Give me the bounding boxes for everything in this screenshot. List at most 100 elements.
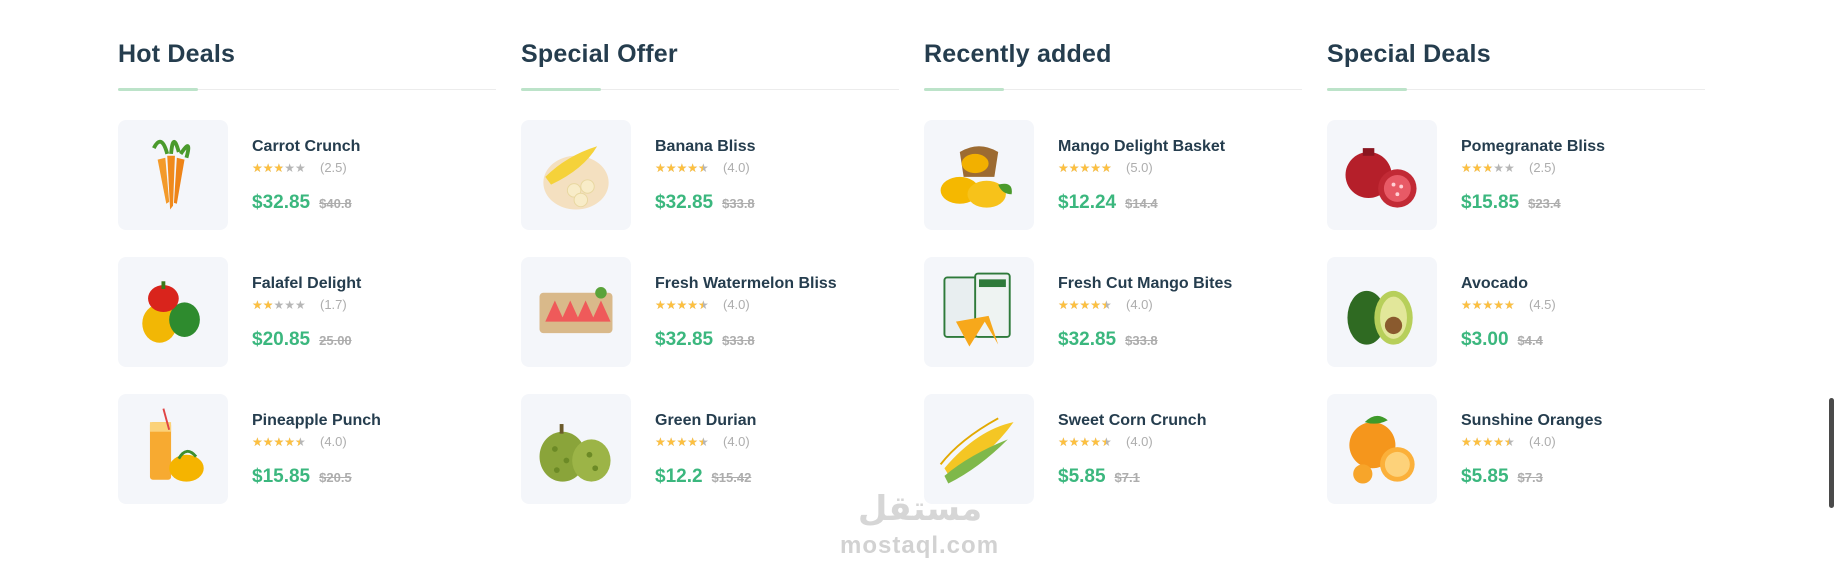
old-price: $7.3 [1517,469,1543,485]
product-rating: ★★★★★★★★★★ (2.5) [252,160,360,176]
product-item[interactable]: Fresh Cut Mango Bites ★★★★★★★★★★ (4.0) $32.… [924,257,1302,367]
current-price: $5.85 [1461,465,1509,487]
product-info: Mango Delight Basket ★★★★★ ★★★★★ (5.0) $12.2… [1058,137,1225,214]
product-rating: ★★★★★★★★★★ (4.0) [655,160,755,176]
product-thumbnail[interactable] [1327,394,1437,504]
star-rating: ★★★★★★★★★★ [1058,298,1112,311]
corn-icon [939,417,1014,484]
avocado-icon [1347,290,1413,345]
product-name-link[interactable]: Pineapple Punch [252,412,381,429]
product-item[interactable]: Sweet Corn Crunch ★★★★★★★★★★ (4.0) $5.85 $7.… [924,394,1302,504]
product-rating: ★★★★★★★★★★ (4.0) [1461,434,1602,450]
product-item[interactable]: Mango Delight Basket ★★★★★ ★★★★★ (5.0) $12.2… [924,120,1302,230]
product-thumbnail[interactable] [521,120,631,230]
product-thumbnail[interactable] [521,394,631,504]
rating-value: (4.5) [1529,297,1556,312]
product-name-link[interactable]: Falafel Delight [252,275,361,292]
old-price: $14.4 [1125,195,1158,211]
product-thumbnail[interactable] [521,257,631,367]
old-price: $33.8 [1125,332,1158,348]
product-thumbnail[interactable] [1327,257,1437,367]
column-special-deals: Special Deals Pomegranate Bliss ★★★★★★★★★… [1327,36,1705,531]
product-item[interactable]: Pomegranate Bliss ★★★★★★★★★★ (2.5) $15.85 $2… [1327,120,1705,230]
product-item[interactable]: Carrot Crunch ★★★★★★★★★★ (2.5) $32.85 $40.8 [118,120,496,230]
product-item[interactable]: Falafel Delight ★★★★★★★★★★ (1.7) $20.85 25.0… [118,257,496,367]
product-name-link[interactable]: Fresh Watermelon Bliss [655,275,837,292]
product-prices: $5.85 $7.3 [1461,466,1602,488]
rating-value: (4.0) [1126,434,1153,449]
product-info: Fresh Cut Mango Bites ★★★★★★★★★★ (4.0) $32.… [1058,274,1232,351]
rating-value: (5.0) [1126,160,1153,175]
star-rating: ★★★★★★★★★★ [655,161,709,174]
product-item[interactable]: Avocado ★★★★★ ★★★★★ (4.5) $3.00 $4.4 [1327,257,1705,367]
product-info: Banana Bliss ★★★★★★★★★★ (4.0) $32.85 $33.8 [655,137,755,214]
banana-icon [543,146,609,210]
product-item[interactable]: Sunshine Oranges ★★★★★★★★★★ (4.0) $5.85 $7.3 [1327,394,1705,504]
product-thumbnail[interactable] [1327,120,1437,230]
old-price: $4.4 [1517,332,1543,348]
star-rating: ★★★★★★★★★★ [1461,161,1515,174]
star-rating: ★★★★★★★★★★ [252,298,306,311]
column-hot-deals: Hot Deals Carrot Crunch ★★★★★★★★★★ (2.5) $3… [118,36,496,531]
product-thumbnail[interactable] [118,120,228,230]
product-rating: ★★★★★★★★★★ (4.0) [655,297,837,313]
star-rating: ★★★★★★★★★★ [1058,161,1112,174]
old-price: 25.00 [319,332,352,348]
old-price: $40.8 [319,195,352,211]
product-thumbnail[interactable] [924,394,1034,504]
current-price: $20.85 [252,328,311,350]
product-prices: $32.85 $33.8 [655,192,755,214]
product-prices: $32.85 $33.8 [1058,329,1232,351]
star-rating: ★★★★★★★★★★ [1461,435,1515,448]
old-price: $15.42 [711,469,752,485]
product-name-link[interactable]: Carrot Crunch [252,138,360,155]
product-columns: Hot Deals Carrot Crunch ★★★★★★★★★★ (2.5) $3… [118,36,1705,531]
product-item[interactable]: Green Durian ★★★★★★★★★★ (4.0) $12.2 $15.42 [521,394,899,504]
column-special-offer: Special Offer Banana Bliss ★★★★★★★★★★ (4.0… [521,36,899,531]
product-thumbnail[interactable] [118,257,228,367]
product-info: Sweet Corn Crunch ★★★★★★★★★★ (4.0) $5.85 $7.… [1058,411,1206,488]
orange-icon [1349,415,1415,484]
product-item[interactable]: Banana Bliss ★★★★★★★★★★ (4.0) $32.85 $33.8 [521,120,899,230]
product-item[interactable]: Pineapple Punch ★★★★★★★★★★ (4.0) $15.85 $20.… [118,394,496,504]
current-price: $3.00 [1461,328,1509,350]
product-thumbnail[interactable] [118,394,228,504]
product-thumbnail[interactable] [924,120,1034,230]
product-name-link[interactable]: Mango Delight Basket [1058,138,1225,155]
current-price: $32.85 [655,328,714,350]
pomegranate-icon [1345,148,1417,208]
product-name-link[interactable]: Sunshine Oranges [1461,412,1602,429]
column-title: Special Deals [1327,40,1491,68]
mango-pack-icon [943,272,1011,347]
product-rating: ★★★★★★★★★★ (2.5) [1461,160,1605,176]
product-name-link[interactable]: Pomegranate Bliss [1461,138,1605,155]
product-name-link[interactable]: Fresh Cut Mango Bites [1058,275,1232,292]
rating-value: (2.5) [1529,160,1556,175]
current-price: $5.85 [1058,465,1106,487]
star-rating: ★★★★★★★★★★ [655,435,709,448]
rating-value: (2.5) [320,160,347,175]
product-prices: $5.85 $7.1 [1058,466,1206,488]
product-thumbnail[interactable] [924,257,1034,367]
product-prices: $15.85 $20.5 [252,466,381,488]
product-name-link[interactable]: Banana Bliss [655,138,755,155]
svg-text:مستقل: مستقل [858,490,982,529]
column-divider [118,88,496,91]
bell-pepper-icon [142,281,200,343]
product-info: Fresh Watermelon Bliss ★★★★★★★★★★ (4.0) $32… [655,274,837,351]
watermark-text: mostaql.com [840,532,1000,559]
product-rating: ★★★★★★★★★★ (4.0) [655,434,756,450]
product-name-link[interactable]: Green Durian [655,412,756,429]
product-rating: ★★★★★ ★★★★★ (5.0) [1058,160,1225,176]
product-name-link[interactable]: Avocado [1461,275,1528,292]
product-rating: ★★★★★★★★★★ (4.0) [1058,434,1206,450]
juice-glass-icon [149,408,204,482]
product-item[interactable]: Fresh Watermelon Bliss ★★★★★★★★★★ (4.0) $32… [521,257,899,367]
product-name-link[interactable]: Sweet Corn Crunch [1058,412,1206,429]
page-scrollbar[interactable] [1829,398,1834,508]
product-rating: ★★★★★ ★★★★★ (4.5) [1461,297,1556,313]
rating-value: (4.0) [723,434,750,449]
product-prices: $12.2 $15.42 [655,466,756,488]
product-prices: $32.85 $40.8 [252,192,360,214]
star-rating: ★★★★★★★★★★ [655,298,709,311]
